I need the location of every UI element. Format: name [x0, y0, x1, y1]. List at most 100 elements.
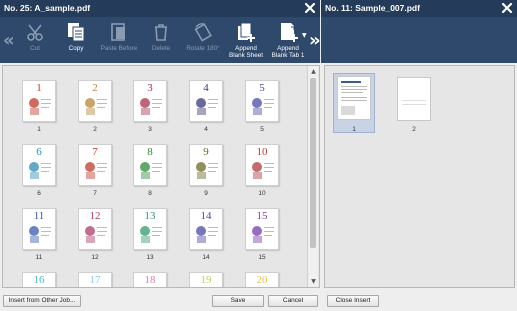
page-thumbnail-number: 14 — [200, 210, 212, 222]
scroll-down-icon[interactable]: ▼ — [309, 277, 318, 286]
insert-from-other-job-button[interactable]: Insert from Other Job... — [3, 295, 81, 307]
page-thumbnail-number: 6 — [36, 146, 42, 158]
vertical-scrollbar[interactable]: ▲ ▼ — [307, 66, 318, 287]
append-blank-sheet-button[interactable]: Append Blank Sheet — [224, 17, 268, 63]
page-thumbnail-number: 17 — [89, 274, 101, 286]
page-thumbnail[interactable]: 1 — [22, 80, 56, 122]
paste-icon — [111, 23, 125, 41]
page-number: 14 — [202, 254, 210, 261]
page-thumbnail[interactable]: 9 — [189, 144, 223, 186]
page-thumbnail[interactable]: 13 — [133, 208, 167, 250]
page-illustration — [26, 159, 54, 181]
page-thumbnail-number: 3 — [147, 82, 153, 94]
left-toolbar: « Cut Copy Paste Before Delete Rotate 18… — [0, 17, 321, 63]
page-thumbnail[interactable]: 4 — [189, 80, 223, 122]
page-number: 13 — [146, 254, 154, 261]
rotate-icon — [194, 23, 212, 42]
page-thumbnail-number: 4 — [203, 82, 209, 94]
page-number: 4 — [204, 126, 208, 133]
left-title: No. 25: A_sample.pdf — [4, 3, 91, 13]
right-title-bar: No. 11: Sample_007.pdf — [321, 0, 517, 17]
page-illustration — [249, 287, 277, 288]
scroll-left-icon[interactable]: « — [3, 32, 15, 50]
page-illustration — [137, 159, 165, 181]
page-illustration — [193, 95, 221, 117]
page-illustration — [137, 287, 165, 288]
page-thumbnail-number: 8 — [147, 146, 153, 158]
rotate-label: Rotate 180° — [186, 45, 220, 52]
page-number: 10 — [258, 190, 266, 197]
close-icon[interactable] — [303, 1, 317, 15]
page-thumbnail[interactable]: 17 — [78, 272, 112, 287]
page-number: 7 — [93, 190, 97, 197]
page-illustration — [26, 95, 54, 117]
page-thumbnail[interactable]: 12 — [78, 208, 112, 250]
page-thumbnail-number: 11 — [33, 210, 45, 222]
page-illustration — [249, 159, 277, 181]
page-thumbnail-number: 20 — [256, 274, 268, 286]
page-thumbnail[interactable]: 5 — [245, 80, 279, 122]
cut-label: Cut — [30, 45, 40, 52]
page-illustration — [137, 95, 165, 117]
page-thumbnail-number: 13 — [144, 210, 156, 222]
paste-before-button: Paste Before — [97, 17, 141, 63]
page-thumbnail-number: 10 — [256, 146, 268, 158]
scroll-right-icon[interactable]: » — [309, 32, 321, 50]
page-thumbnail[interactable]: 19 — [189, 272, 223, 288]
copy-icon — [68, 23, 85, 42]
page-illustration — [26, 223, 54, 245]
page-illustration — [82, 223, 110, 245]
page-thumbnail-number: 7 — [92, 146, 98, 158]
page-illustration — [249, 223, 277, 245]
close-insert-button[interactable]: Close Insert — [327, 295, 379, 307]
page-number: 5 — [260, 126, 264, 133]
page-thumbnail-number: 9 — [203, 146, 209, 158]
copy-button[interactable]: Copy — [58, 17, 94, 63]
left-title-bar: No. 25: A_sample.pdf — [0, 0, 320, 17]
cancel-button[interactable]: Cancel — [268, 295, 318, 307]
page-thumbnail[interactable]: 11 — [22, 208, 56, 250]
page-thumbnail[interactable]: 15 — [245, 208, 279, 250]
page-thumbnail[interactable]: 16 — [22, 272, 56, 288]
insert-page-thumbnail[interactable] — [397, 77, 431, 121]
page-number: 12 — [91, 254, 99, 261]
scroll-up-icon[interactable]: ▲ — [309, 67, 318, 76]
page-thumbnail[interactable]: 18 — [133, 272, 167, 288]
page-thumbnail[interactable]: 8 — [133, 144, 167, 186]
trash-icon — [155, 24, 167, 41]
page-illustration — [137, 223, 165, 245]
page-thumbnail[interactable]: 6 — [22, 144, 56, 186]
page-number: 2 — [93, 126, 97, 133]
page-thumbnail[interactable]: 20 — [245, 272, 279, 288]
app-window: { "left_panel": { "title": "No. 25: A_sa… — [0, 0, 517, 311]
cut-button: Cut — [18, 17, 52, 63]
page-illustration — [26, 287, 54, 288]
page-illustration — [82, 159, 110, 181]
page-thumbnail-number: 1 — [36, 82, 42, 94]
insert-page-thumbnail[interactable] — [337, 76, 371, 120]
page-thumbnail[interactable]: 3 — [133, 80, 167, 122]
page-thumbnail[interactable]: 10 — [245, 144, 279, 186]
save-button[interactable]: Save — [212, 295, 264, 307]
scroll-thumb[interactable] — [310, 78, 316, 248]
page-thumbnail[interactable]: 2 — [78, 80, 112, 122]
page-illustration — [249, 95, 277, 117]
page-thumbnail[interactable]: 7 — [78, 144, 112, 186]
page-number: 15 — [258, 254, 266, 261]
append-blank-tab-button[interactable]: Append Blank Tab 1 — [268, 17, 308, 63]
page-number: 3 — [148, 126, 152, 133]
dropdown-icon[interactable]: ▼ — [302, 32, 307, 39]
page-thumbnail[interactable]: 14 — [189, 208, 223, 250]
page-number: 9 — [204, 190, 208, 197]
insert-page-number: 1 — [352, 126, 356, 133]
page-thumbnail-number: 15 — [256, 210, 268, 222]
copy-label: Copy — [68, 45, 84, 52]
paste-before-label: Paste Before — [100, 45, 138, 52]
page-illustration — [193, 287, 221, 288]
page-illustration — [193, 223, 221, 245]
page-number: 11 — [35, 254, 43, 261]
page-grid: 1 1 2 2 3 3 4 4 5 5 6 6 7 7 8 8 9 9 10 10 11 11 12 12 13 13 14 14 15… — [2, 65, 320, 288]
page-illustration — [82, 95, 110, 117]
close-icon[interactable] — [500, 1, 514, 15]
page-illustration — [193, 159, 221, 181]
